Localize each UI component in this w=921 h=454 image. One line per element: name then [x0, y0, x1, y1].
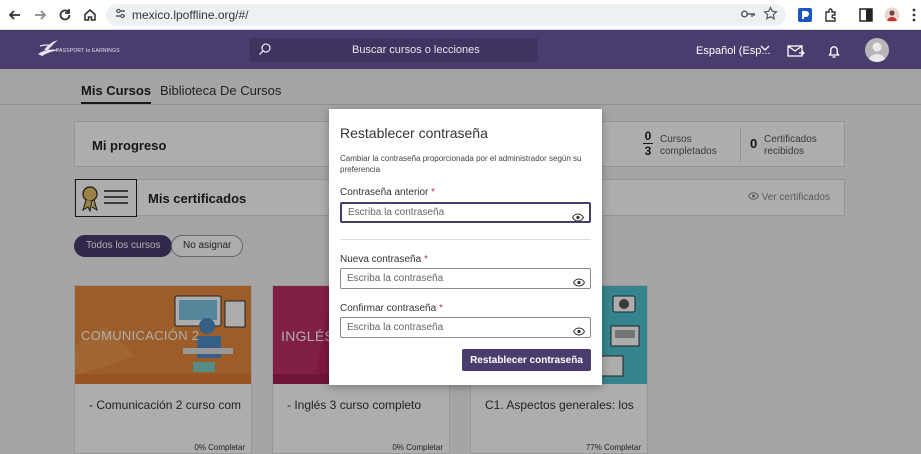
key-icon[interactable] [740, 7, 756, 24]
dialog-title: Restablecer contraseña [340, 125, 488, 141]
puzzle-icon[interactable] [823, 7, 839, 23]
bell-icon[interactable] [826, 43, 842, 59]
sidepanel-icon[interactable] [858, 7, 874, 23]
show-password-icon[interactable] [572, 274, 586, 287]
address-bar[interactable]: mexico.lpoffline.org/#/ [106, 4, 786, 26]
mail-icon[interactable] [787, 43, 805, 59]
forward-icon[interactable] [31, 6, 49, 24]
reload-icon[interactable] [56, 6, 74, 24]
profile-icon[interactable] [884, 7, 900, 23]
app-header: PASSPORT to EARNINGS Buscar cursos o lec… [0, 30, 921, 69]
language-selector[interactable]: Español (Esp... [696, 45, 771, 57]
back-icon[interactable] [6, 6, 24, 24]
dialog-subtitle: Cambiar la contraseña proporcionada por … [340, 154, 582, 174]
url-text[interactable]: mexico.lpoffline.org/#/ [132, 8, 249, 22]
show-password-icon[interactable] [572, 323, 586, 336]
browser-toolbar: mexico.lpoffline.org/#/ [0, 0, 921, 30]
logo-text: PASSPORT to EARNINGS [56, 48, 120, 54]
search-placeholder[interactable]: Buscar cursos o lecciones [352, 44, 480, 56]
extension-icon[interactable] [797, 7, 813, 23]
old-password-label: Contraseña anterior * [340, 187, 436, 198]
old-password-field[interactable] [340, 202, 591, 223]
avatar[interactable] [865, 38, 889, 62]
new-password-input[interactable] [347, 269, 567, 288]
new-password-field[interactable] [340, 268, 591, 289]
confirm-password-label: Confirmar contraseña * [340, 303, 443, 314]
site-info-icon[interactable] [114, 7, 127, 23]
chevron-down-icon[interactable] [760, 43, 770, 56]
star-icon[interactable] [763, 6, 778, 24]
dialog-divider [340, 239, 591, 240]
brand-logo[interactable]: PASSPORT to EARNINGS [36, 38, 120, 60]
home-icon[interactable] [81, 6, 99, 24]
reset-password-dialog: Restablecer contraseña Cambiar la contra… [329, 109, 602, 385]
confirm-password-field[interactable] [340, 317, 591, 338]
show-password-icon[interactable] [571, 209, 585, 222]
old-password-input[interactable] [348, 204, 568, 221]
menu-icon[interactable] [906, 7, 921, 23]
search-bar[interactable]: Buscar cursos o lecciones [250, 38, 538, 62]
search-icon[interactable] [258, 42, 272, 56]
reset-password-button[interactable]: Restablecer contraseña [462, 349, 591, 371]
confirm-password-input[interactable] [347, 318, 567, 337]
new-password-label: Nueva contraseña * [340, 254, 428, 265]
